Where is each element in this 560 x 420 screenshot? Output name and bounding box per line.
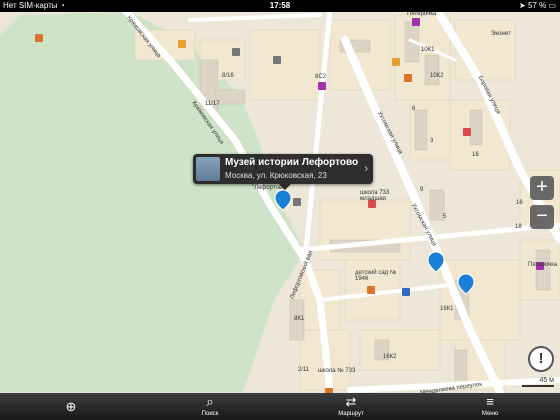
poi-icon[interactable]	[318, 82, 326, 90]
place-address: Москва, ул. Крюковская, 23	[225, 171, 327, 180]
poi-icon[interactable]	[178, 40, 186, 48]
map-label: 6	[412, 106, 416, 112]
map-label: 16К1	[440, 306, 454, 312]
map-label: 3	[430, 138, 434, 144]
route-button[interactable]: ⇄ Маршрут	[333, 393, 369, 420]
search-button[interactable]: ⌕ Поиск	[194, 393, 226, 420]
scale-bar: 45 м	[522, 377, 556, 387]
status-right: ➤ 57 % ▭	[519, 0, 556, 12]
place-callout[interactable]: Музей истории Лефортово Москва, ул. Крюк…	[193, 154, 373, 190]
map-label: 16	[516, 200, 523, 206]
route-label: Маршрут	[338, 411, 364, 417]
status-time: 17:58	[269, 1, 291, 10]
poi-icon[interactable]	[273, 56, 281, 64]
map-label: 11/17	[205, 101, 220, 107]
traffic-alert-button[interactable]: !	[528, 346, 554, 372]
gps-icon: ➤	[519, 1, 528, 10]
poi-icon[interactable]	[412, 18, 420, 26]
map-label: 16К2	[383, 354, 397, 360]
status-bar: Нет SIM-карты ◔ 17:58 ➤ 57 % ▭	[0, 0, 560, 12]
menu-label: Меню	[481, 411, 499, 417]
location-button[interactable]: ⊕	[58, 393, 84, 420]
place-title: Музей истории Лефортово	[225, 157, 359, 168]
map-label: 8С2	[315, 74, 327, 80]
map-label: 2/11	[298, 367, 310, 373]
battery-percent: 57 %	[527, 1, 547, 10]
route-icon: ⇄	[345, 394, 357, 409]
map-label: 10К1	[421, 47, 435, 53]
map-label: 9	[420, 187, 424, 193]
poi-icon[interactable]	[293, 198, 301, 206]
battery-icon: ▭	[546, 1, 556, 10]
map-label: 8К1	[294, 316, 305, 322]
map-label: школа 733 младшая	[360, 190, 390, 202]
poi-icon[interactable]	[404, 74, 412, 82]
place-thumbnail	[196, 157, 220, 181]
map-label: детский сад № 1946	[355, 270, 397, 282]
map-label: 18	[515, 224, 522, 230]
poi-icon[interactable]	[35, 34, 43, 42]
menu-button[interactable]: ≡ Меню	[474, 393, 506, 420]
chevron-right-icon[interactable]: ›	[364, 163, 368, 175]
poi-icon[interactable]	[367, 286, 375, 294]
map-label: 10К2	[430, 73, 444, 79]
location-icon: ⊕	[65, 399, 77, 414]
map-label: Эконет	[491, 31, 511, 37]
poi-icon[interactable]	[392, 58, 400, 66]
search-icon: ⌕	[206, 394, 214, 409]
map-label: школа № 733	[318, 368, 356, 374]
map-label: 5	[443, 214, 447, 220]
zoom-out-button[interactable]: −	[530, 205, 554, 229]
search-label: Поиск	[201, 411, 219, 417]
poi-icon[interactable]	[402, 288, 410, 296]
poi-icon[interactable]	[463, 128, 471, 136]
zoom-in-button[interactable]: +	[530, 176, 554, 200]
bottom-toolbar: ⊕ ⌕ Поиск ⇄ Маршрут ≡ Меню	[0, 393, 560, 420]
map-label: 16	[472, 152, 479, 158]
poi-icon[interactable]	[232, 48, 240, 56]
scale-line	[522, 385, 554, 387]
menu-icon: ≡	[486, 394, 494, 409]
scale-label: 45 м	[539, 377, 554, 384]
map-label: Пятерочка	[528, 262, 558, 268]
map-label: 8/16	[222, 73, 234, 79]
